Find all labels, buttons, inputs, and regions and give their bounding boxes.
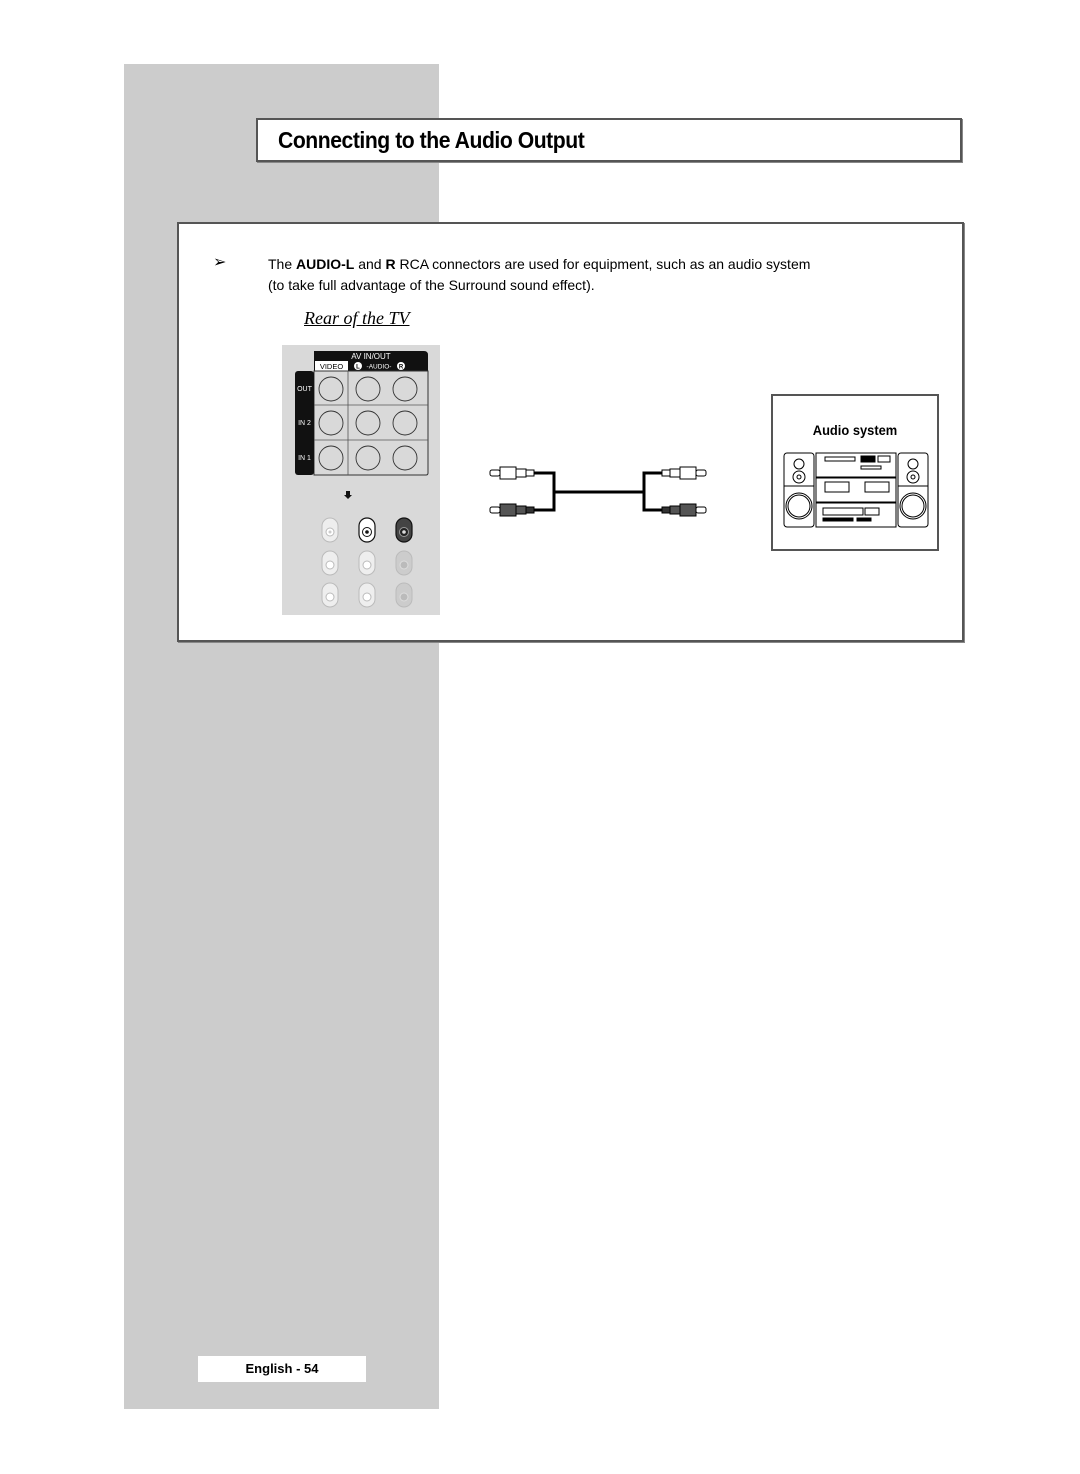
jack-physical-out-r: [395, 517, 413, 543]
physical-jacks: [321, 517, 413, 608]
video-col-label: VIDEO: [320, 362, 344, 371]
audio-system-box: Audio system: [771, 394, 939, 551]
audio-col-label: -AUDIO-: [367, 364, 392, 371]
audio-r-badge: R: [399, 365, 404, 371]
audio-l-badge: L: [356, 365, 360, 371]
rca-cable: [489, 466, 707, 517]
page-number: English - 54: [198, 1356, 366, 1382]
stereo-system-icon: [783, 452, 929, 528]
jack-physical: [321, 550, 413, 608]
note-line-2: (to take full advantage of the Surround …: [268, 277, 595, 293]
jack-out-audio-r: [392, 376, 418, 402]
arrow-down-icon: [344, 491, 352, 499]
page-title: Connecting to the Audio Output: [278, 127, 585, 153]
note-line-1: The AUDIO-L and R RCA connectors are use…: [268, 256, 811, 272]
note-text: The AUDIO-L and R RCA connectors are use…: [268, 254, 908, 296]
audio-system-label: Audio system: [812, 422, 898, 438]
arrow-right-icon: ➢: [213, 254, 227, 271]
jack-in2-audio-r: [392, 410, 418, 436]
row-out-label: OUT: [297, 386, 313, 393]
av-jack-panel: AV IN/OUT VIDEO L -AUDIO- R OUT IN 2 IN …: [295, 351, 429, 608]
rca-plug-left-white: [489, 466, 535, 480]
jack-grid: [313, 370, 429, 476]
jack-in1-audio-l: [355, 445, 381, 471]
jack-out-video: [318, 376, 344, 402]
rca-plug-right-red: [661, 503, 707, 517]
jack-physical: [321, 517, 339, 543]
jack-physical-out-l: [358, 517, 376, 543]
rca-plug-left-red: [489, 503, 535, 517]
jack-circles: [318, 376, 418, 471]
jack-in2-video: [318, 410, 344, 436]
rca-plug-right-white: [661, 466, 707, 480]
jack-out-audio-l: [355, 376, 381, 402]
rear-of-tv-label: Rear of the TV: [304, 308, 410, 328]
row-in1-label: IN 1: [298, 455, 311, 462]
row-in2-label: IN 2: [298, 420, 311, 427]
tv-rear-panel: AV IN/OUT VIDEO L -AUDIO- R OUT IN 2 IN …: [282, 345, 440, 615]
section-title-box: Connecting to the Audio Output: [256, 118, 962, 162]
jack-in1-video: [318, 445, 344, 471]
jack-in1-audio-r: [392, 445, 418, 471]
panel-header: AV IN/OUT: [351, 352, 391, 361]
content-box: ➢ The AUDIO-L and R RCA connectors are u…: [177, 222, 964, 642]
cable-wire: [534, 471, 662, 512]
jack-in2-audio-l: [355, 410, 381, 436]
